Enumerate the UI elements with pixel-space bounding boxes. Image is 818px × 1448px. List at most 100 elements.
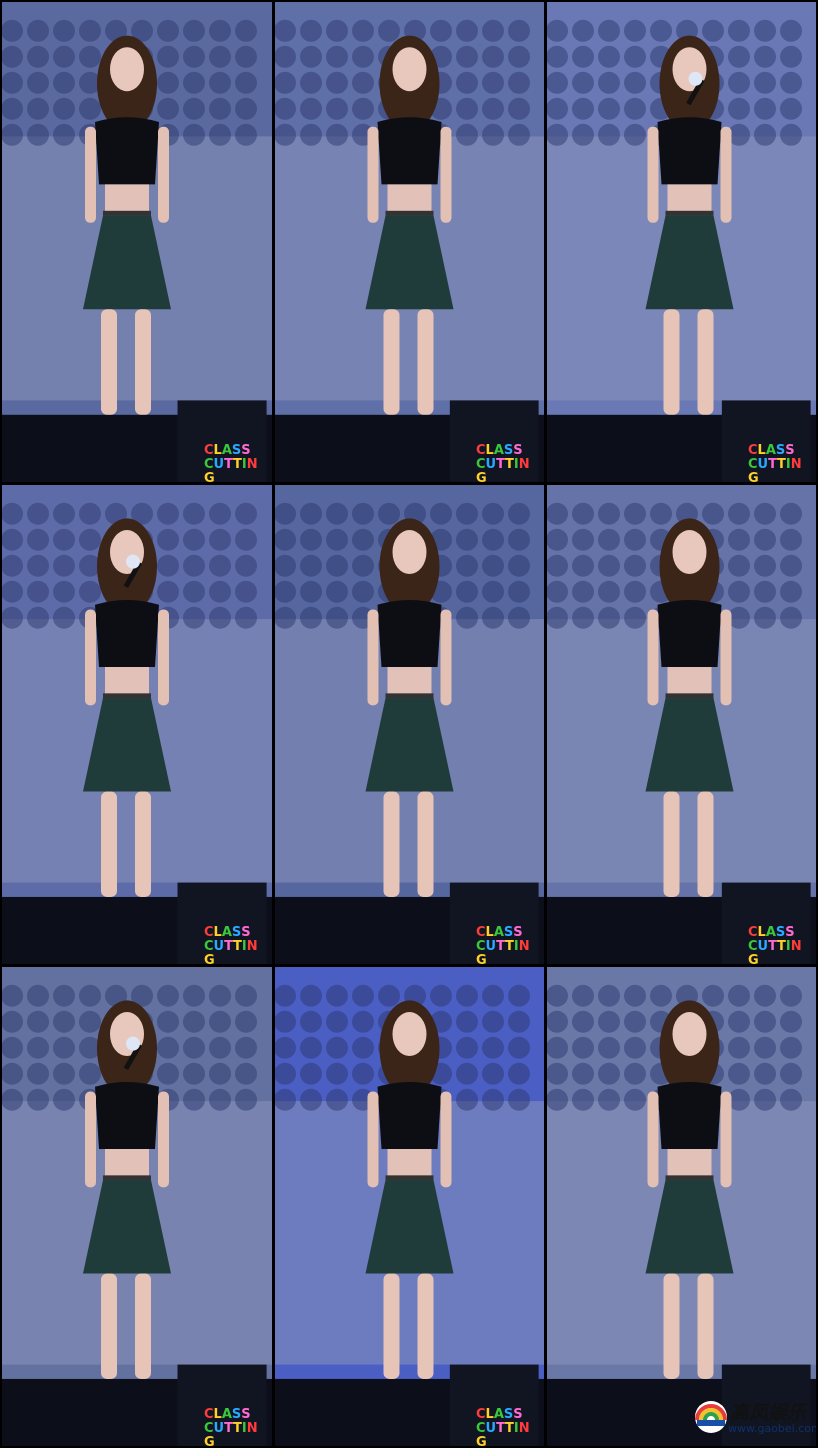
watermark-letter: S bbox=[775, 443, 786, 458]
class-cutting-watermark: CLASS CUTTING bbox=[202, 1406, 266, 1447]
watermark-letter: T bbox=[776, 457, 786, 472]
watermark-letter: A bbox=[493, 443, 504, 458]
watermark-letter: G bbox=[748, 471, 759, 483]
watermark-letter: T bbox=[224, 457, 233, 472]
watermark-letter: C bbox=[476, 939, 486, 954]
watermark-letter: A bbox=[765, 443, 776, 458]
watermark-letter: T bbox=[496, 939, 505, 954]
watermark-letter: N bbox=[790, 939, 802, 954]
watermark-letter: L bbox=[485, 1407, 494, 1422]
class-cutting-watermark: CLASS CUTTING bbox=[202, 442, 266, 483]
watermark-letter: T bbox=[504, 1421, 514, 1436]
watermark-letter: C bbox=[204, 925, 214, 940]
class-cutting-watermark: CLASS CUTTING bbox=[474, 442, 538, 483]
class-cutting-watermark: CLASS CUTTING bbox=[746, 442, 810, 483]
watermark-letter: N bbox=[790, 457, 802, 472]
performance-photo bbox=[275, 2, 544, 482]
watermark-letter: A bbox=[221, 925, 232, 940]
watermark-letter: S bbox=[231, 925, 242, 940]
class-cutting-watermark: CLASS CUTTING bbox=[746, 924, 810, 965]
photo-panel-6: CLASS CUTTING bbox=[547, 485, 816, 964]
photo-panel-2: CLASS CUTTING bbox=[275, 2, 544, 482]
watermark-letter: T bbox=[232, 457, 242, 472]
watermark-letter: T bbox=[224, 939, 233, 954]
watermark-letter: N bbox=[246, 457, 258, 472]
watermark-letter: S bbox=[231, 1407, 242, 1422]
watermark-letter: S bbox=[503, 925, 514, 940]
watermark-letter: S bbox=[241, 1407, 251, 1422]
watermark-letter: T bbox=[496, 457, 505, 472]
watermark-letter: S bbox=[513, 925, 523, 940]
photo-panel-9: 高凤娱乐 www.gaobei.com bbox=[547, 967, 816, 1446]
watermark-letter: L bbox=[757, 925, 766, 940]
watermark-letter: T bbox=[504, 939, 514, 954]
performance-photo bbox=[2, 2, 272, 482]
watermark-letter: N bbox=[518, 1421, 530, 1436]
class-cutting-watermark: CLASS CUTTING bbox=[474, 924, 538, 965]
watermark-letter: L bbox=[485, 925, 494, 940]
watermark-letter: T bbox=[504, 457, 514, 472]
watermark-letter: S bbox=[503, 443, 514, 458]
watermark-letter: T bbox=[224, 1421, 233, 1436]
watermark-letter: C bbox=[748, 443, 758, 458]
watermark-letter: C bbox=[204, 457, 214, 472]
watermark-letter: U bbox=[485, 1421, 497, 1436]
performance-photo bbox=[2, 967, 272, 1446]
watermark-letter: L bbox=[485, 443, 494, 458]
watermark-letter: C bbox=[476, 443, 486, 458]
watermark-letter: U bbox=[213, 457, 225, 472]
performance-photo bbox=[275, 967, 544, 1446]
photo-panel-4: CLASS CUTTING bbox=[2, 485, 272, 964]
watermark-letter: U bbox=[485, 457, 497, 472]
watermark-letter: G bbox=[476, 1435, 487, 1447]
watermark-letter: A bbox=[765, 925, 776, 940]
watermark-letter: N bbox=[246, 939, 258, 954]
watermark-letter: S bbox=[775, 925, 786, 940]
watermark-letter: C bbox=[476, 1421, 486, 1436]
watermark-letter: S bbox=[241, 925, 251, 940]
watermark-letter: C bbox=[476, 925, 486, 940]
site-logo: 高凤娱乐 www.gaobei.com bbox=[692, 1396, 816, 1440]
watermark-letter: S bbox=[785, 443, 795, 458]
rainbow-logo-icon bbox=[695, 1401, 727, 1433]
watermark-letter: L bbox=[213, 443, 222, 458]
watermark-letter: C bbox=[748, 457, 758, 472]
photo-panel-1: CLASS CUTTING bbox=[2, 2, 272, 482]
photo-panel-5: CLASS CUTTING bbox=[275, 485, 544, 964]
logo-url: www.gaobei.com bbox=[728, 1422, 816, 1435]
watermark-letter: N bbox=[518, 939, 530, 954]
performance-photo bbox=[547, 967, 816, 1446]
watermark-letter: L bbox=[213, 925, 222, 940]
performance-photo bbox=[2, 485, 272, 964]
performance-photo bbox=[547, 2, 816, 482]
watermark-letter: T bbox=[768, 939, 777, 954]
watermark-letter: S bbox=[513, 1407, 523, 1422]
watermark-letter: U bbox=[485, 939, 497, 954]
performance-photo bbox=[275, 485, 544, 964]
watermark-letter: S bbox=[241, 443, 251, 458]
watermark-letter: A bbox=[493, 1407, 504, 1422]
watermark-letter: A bbox=[221, 1407, 232, 1422]
watermark-letter: C bbox=[204, 443, 214, 458]
watermark-letter: G bbox=[204, 471, 215, 483]
watermark-letter: N bbox=[518, 457, 530, 472]
watermark-letter: C bbox=[748, 925, 758, 940]
photo-panel-8: CLASS CUTTING bbox=[275, 967, 544, 1446]
watermark-letter: S bbox=[503, 1407, 514, 1422]
watermark-letter: N bbox=[246, 1421, 258, 1436]
watermark-letter: C bbox=[476, 1407, 486, 1422]
watermark-letter: A bbox=[493, 925, 504, 940]
watermark-letter: T bbox=[768, 457, 777, 472]
watermark-letter: S bbox=[785, 925, 795, 940]
watermark-letter: G bbox=[476, 471, 487, 483]
watermark-letter: A bbox=[221, 443, 232, 458]
watermark-letter: C bbox=[204, 939, 214, 954]
watermark-letter: S bbox=[513, 443, 523, 458]
photo-collage: CLASS CUTTING CLASS CUTTING CLASS CUTTING CLAS… bbox=[0, 0, 818, 1448]
class-cutting-watermark: CLASS CUTTING bbox=[474, 1406, 538, 1447]
class-cutting-watermark: CLASS CUTTING bbox=[202, 924, 266, 965]
watermark-letter: U bbox=[213, 939, 225, 954]
watermark-letter: U bbox=[757, 939, 769, 954]
watermark-letter: C bbox=[476, 457, 486, 472]
watermark-letter: G bbox=[748, 953, 759, 965]
